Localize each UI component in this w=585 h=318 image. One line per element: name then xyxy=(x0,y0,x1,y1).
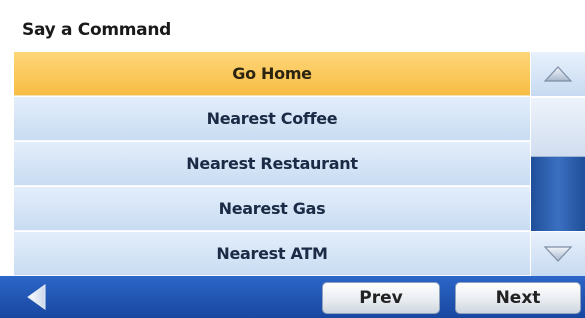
triangle-up-icon xyxy=(543,66,573,82)
title-bar: Say a Command xyxy=(0,0,585,52)
scroll-up-button[interactable] xyxy=(531,52,585,96)
triangle-down-icon xyxy=(543,246,573,262)
scroll-thumb[interactable] xyxy=(531,97,585,157)
list-item-nearest-restaurant[interactable]: Nearest Restaurant xyxy=(14,142,530,186)
bottom-toolbar: Prev Next xyxy=(0,276,585,318)
page-title: Say a Command xyxy=(22,20,172,40)
command-list: Go Home Nearest Coffee Nearest Restauran… xyxy=(14,52,530,276)
prev-button[interactable]: Prev xyxy=(322,282,440,314)
back-arrow-icon xyxy=(27,284,46,310)
list-item-nearest-atm[interactable]: Nearest ATM xyxy=(14,232,530,276)
say-command-screen: Say a Command Go Home Nearest Coffee Nea… xyxy=(0,0,585,318)
next-button[interactable]: Next xyxy=(455,282,581,314)
scroll-down-button[interactable] xyxy=(531,232,585,276)
list-item-go-home[interactable]: Go Home xyxy=(14,52,530,96)
back-button[interactable] xyxy=(14,282,60,312)
list-item-nearest-coffee[interactable]: Nearest Coffee xyxy=(14,97,530,141)
scrollbar[interactable] xyxy=(531,52,585,276)
list-item-nearest-gas[interactable]: Nearest Gas xyxy=(14,187,530,231)
